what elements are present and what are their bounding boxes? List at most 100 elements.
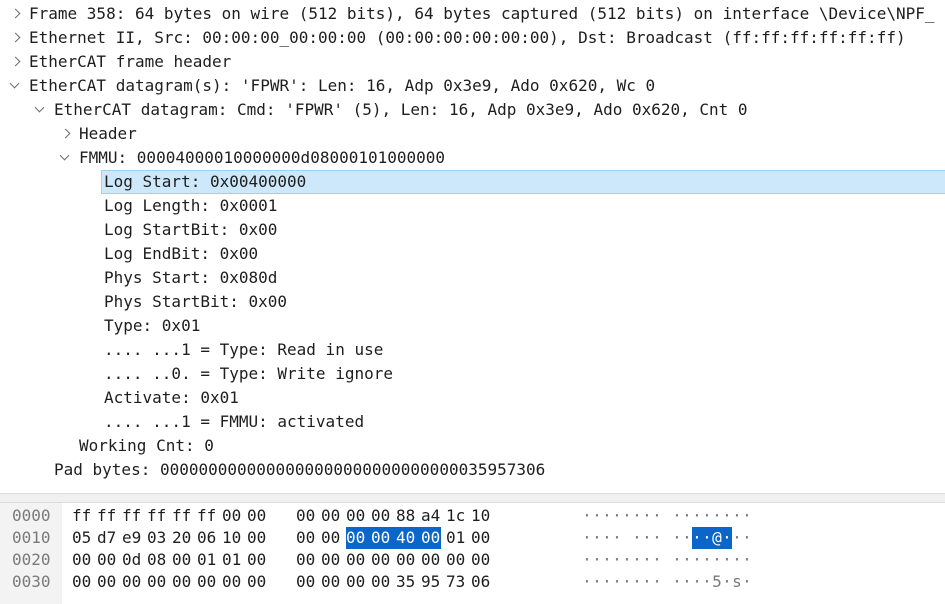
hex-byte[interactable]: ff — [97, 505, 117, 527]
hex-byte[interactable]: 00 — [172, 571, 192, 593]
bytes-row[interactable]: 0020 00 00 0d 08 00 01 01 00 00 00 00 00 00 00 00 00 · · · ·… — [0, 549, 945, 571]
ascii-char[interactable]: · — [632, 527, 642, 549]
tree-row[interactable]: .... ...1 = FMMU: activated — [0, 410, 945, 434]
hex-byte[interactable]: 00 — [122, 571, 142, 593]
ascii-char[interactable]: 5 — [712, 571, 722, 593]
hex-byte[interactable]: a4 — [421, 505, 441, 527]
hex-byte[interactable]: 00 — [346, 571, 366, 593]
ascii-char[interactable]: · — [702, 505, 712, 527]
ascii-char[interactable]: · — [652, 571, 662, 593]
ascii-char[interactable]: · — [582, 505, 592, 527]
hex-byte[interactable]: 00 — [421, 527, 441, 549]
chevron-right-icon[interactable] — [60, 122, 72, 146]
chevron-right-icon[interactable] — [10, 50, 22, 74]
ascii-char[interactable]: · — [682, 527, 692, 549]
hex-byte[interactable]: 03 — [147, 527, 167, 549]
ascii-char[interactable]: @ — [712, 527, 722, 549]
hex-byte[interactable]: 00 — [247, 505, 267, 527]
ascii-char[interactable]: · — [602, 527, 612, 549]
hex-byte[interactable]: 0d — [122, 549, 142, 571]
ascii-char[interactable]: · — [642, 527, 652, 549]
ascii-char[interactable]: · — [592, 505, 602, 527]
hex-byte[interactable]: 00 — [222, 505, 242, 527]
tree-row[interactable]: .... ..0. = Type: Write ignore — [0, 362, 945, 386]
ascii-char[interactable]: · — [622, 549, 632, 571]
hex-byte[interactable]: 00 — [197, 571, 217, 593]
hex-byte[interactable]: 00 — [296, 571, 316, 593]
ascii-char[interactable]: s — [732, 571, 742, 593]
tree-row[interactable]: Log EndBit: 0x00 — [0, 242, 945, 266]
hex-byte[interactable]: 00 — [247, 549, 267, 571]
ascii-char[interactable]: · — [602, 549, 612, 571]
hex-byte[interactable]: 06 — [197, 527, 217, 549]
bytes-row[interactable]: 0010 05 d7 e9 03 20 06 10 00 00 00 00 00 40 00 01 00 · · · ·… — [0, 527, 945, 549]
ascii-char[interactable]: · — [722, 527, 732, 549]
ascii-char[interactable]: · — [632, 505, 642, 527]
tree-row[interactable]: .... ...1 = Type: Read in use — [0, 338, 945, 362]
ascii-char[interactable]: · — [632, 549, 642, 571]
ascii-char[interactable]: · — [652, 505, 662, 527]
ascii-char[interactable]: · — [732, 505, 742, 527]
ascii-char[interactable]: · — [732, 527, 742, 549]
ascii-char[interactable]: · — [672, 571, 682, 593]
ascii-char[interactable]: · — [582, 527, 592, 549]
hex-byte[interactable]: 35 — [396, 571, 416, 593]
bytes-row[interactable]: 0000 ff ff ff ff ff ff 00 00 00 00 00 00 88 a4 1c 10 · · · ·… — [0, 505, 945, 527]
ascii-char[interactable]: · — [652, 549, 662, 571]
hex-byte[interactable]: 00 — [371, 505, 391, 527]
ascii-char[interactable]: · — [732, 549, 742, 571]
ascii-char[interactable]: · — [672, 527, 682, 549]
ascii-char[interactable]: · — [592, 549, 602, 571]
hex-byte[interactable]: 01 — [197, 549, 217, 571]
ascii-char[interactable]: · — [682, 549, 692, 571]
chevron-right-icon[interactable] — [10, 2, 22, 26]
hex-byte[interactable]: 10 — [471, 505, 491, 527]
tree-row[interactable]: Log StartBit: 0x00 — [0, 218, 945, 242]
hex-byte[interactable]: 95 — [421, 571, 441, 593]
ascii-char[interactable]: · — [742, 571, 752, 593]
ascii-char[interactable]: · — [642, 549, 652, 571]
ascii-char[interactable]: · — [622, 571, 632, 593]
tree-row[interactable]: Log Start: 0x00400000 — [0, 170, 945, 194]
ascii-char[interactable]: · — [612, 527, 622, 549]
chevron-down-icon[interactable] — [59, 146, 72, 170]
hex-byte[interactable]: 00 — [346, 549, 366, 571]
hex-byte[interactable]: 00 — [471, 527, 491, 549]
ascii-char[interactable]: · — [652, 527, 662, 549]
ascii-char[interactable]: · — [582, 549, 592, 571]
hex-byte[interactable]: 10 — [222, 527, 242, 549]
tree-row[interactable]: EtherCAT datagram(s): 'FPWR': Len: 16, A… — [0, 74, 945, 98]
hex-byte[interactable]: 00 — [296, 549, 316, 571]
ascii-char[interactable]: · — [722, 549, 732, 571]
ascii-char[interactable]: · — [722, 571, 732, 593]
ascii-char[interactable]: · — [642, 571, 652, 593]
ascii-char[interactable]: · — [712, 505, 722, 527]
ascii-char[interactable]: · — [612, 505, 622, 527]
packet-details-tree[interactable]: Frame 358: 64 bytes on wire (512 bits), … — [0, 0, 945, 490]
hex-byte[interactable]: 00 — [321, 571, 341, 593]
hex-byte[interactable]: 06 — [471, 571, 491, 593]
ascii-char[interactable]: · — [612, 571, 622, 593]
hex-byte[interactable]: 08 — [147, 549, 167, 571]
ascii-char[interactable]: · — [702, 549, 712, 571]
tree-row[interactable]: EtherCAT frame header — [0, 50, 945, 74]
ascii-char[interactable]: · — [742, 527, 752, 549]
hex-byte[interactable]: ff — [172, 505, 192, 527]
hex-byte[interactable]: 40 — [396, 527, 421, 549]
ascii-char[interactable]: · — [692, 549, 702, 571]
hex-byte[interactable]: 00 — [321, 549, 341, 571]
hex-byte[interactable]: 00 — [346, 527, 371, 549]
ascii-char[interactable]: · — [702, 571, 712, 593]
ascii-char[interactable]: · — [582, 571, 592, 593]
hex-byte[interactable]: ff — [72, 505, 92, 527]
hex-byte[interactable]: 00 — [172, 549, 192, 571]
tree-row[interactable]: Type: 0x01 — [0, 314, 945, 338]
ascii-char[interactable]: · — [682, 571, 692, 593]
hex-byte[interactable]: 00 — [72, 571, 92, 593]
tree-row[interactable]: Header — [0, 122, 945, 146]
tree-row[interactable]: FMMU: 00004000010000000d08000101000000 — [0, 146, 945, 170]
hex-byte[interactable]: 00 — [296, 527, 316, 549]
hex-byte[interactable]: 00 — [446, 549, 466, 571]
ascii-char[interactable]: · — [602, 505, 612, 527]
hex-byte[interactable]: 01 — [222, 549, 242, 571]
